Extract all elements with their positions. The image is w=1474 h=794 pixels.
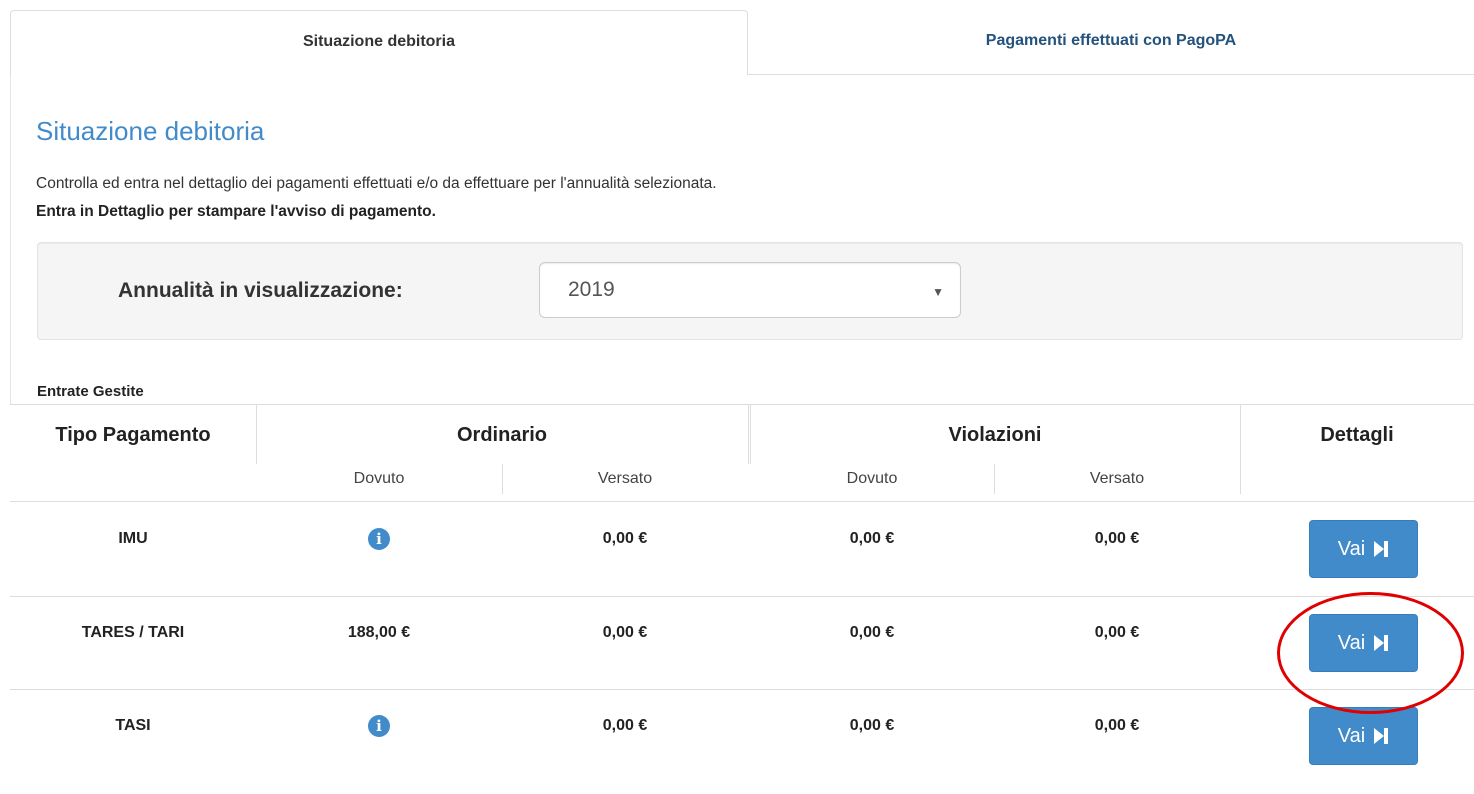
panel-border [10,75,11,405]
vai-button-label: Vai [1337,631,1366,654]
vai-button-label: Vai [1337,724,1366,747]
header-tipo-pagamento: Tipo Pagamento [55,424,211,446]
year-select[interactable]: 2019 ▼ [539,262,961,318]
cell-ordinario-versato: 0,00 € [602,624,648,641]
step-forward-icon [1374,728,1389,744]
header-col-divider [1240,404,1241,494]
step-forward-icon [1374,635,1389,651]
table-header-divider [10,501,1474,502]
cell-violazioni-versato: 0,00 € [1094,530,1140,547]
tab-bar: Situazione debitoria Pagamenti effettuat… [0,0,1474,75]
section-label: Entrate Gestite [37,383,144,400]
page-title: Situazione debitoria [36,116,265,146]
chevron-down-icon: ▼ [932,285,944,299]
row-divider [10,596,1474,597]
cell-violazioni-dovuto: 0,00 € [849,530,895,547]
year-filter-panel: Annualità in visualizzazione: 2019 ▼ [37,242,1463,340]
vai-button-label: Vai [1337,537,1366,560]
info-icon[interactable]: i [368,528,390,550]
cell-ordinario-versato: 0,00 € [602,717,648,734]
info-icon[interactable]: i [368,715,390,737]
header-col-divider [748,404,749,464]
page-note: Entra in Dettaglio per stampare l'avviso… [36,203,436,220]
cell-tipo: TASI [115,717,151,734]
cell-tipo: TARES / TARI [81,624,185,641]
subheader-violazioni-versato: Versato [1089,470,1145,487]
page-description: Controlla ed entra nel dettaglio dei pag… [36,175,717,192]
cell-violazioni-dovuto: 0,00 € [849,624,895,641]
year-select-value: 2019 [568,278,615,301]
table-border-top [10,404,1474,405]
row-divider [10,689,1474,690]
cell-violazioni-versato: 0,00 € [1094,717,1140,734]
tab-situazione-debitoria[interactable]: Situazione debitoria [10,10,748,75]
vai-button-tasi[interactable]: Vai [1309,707,1418,765]
cell-ordinario-versato: 0,00 € [602,530,648,547]
step-forward-icon [1374,541,1389,557]
tab-pagamenti-pagopa[interactable]: Pagamenti effettuati con PagoPA [748,10,1474,74]
header-dettagli: Dettagli [1320,424,1394,446]
tab-divider [748,74,1474,75]
vai-button-tari[interactable]: Vai [1309,614,1418,672]
cell-ordinario-dovuto: 188,00 € [347,624,411,641]
cell-tipo: IMU [118,530,148,547]
year-filter-label: Annualità in visualizzazione: [118,279,403,302]
vai-button-imu[interactable]: Vai [1309,520,1418,578]
payments-table: Tipo Pagamento Ordinario Violazioni Dett… [10,404,1474,794]
subheader-ordinario-versato: Versato [597,470,653,487]
header-violazioni: Violazioni [948,424,1042,446]
header-ordinario: Ordinario [456,424,547,446]
subheader-ordinario-dovuto: Dovuto [353,470,405,487]
cell-violazioni-dovuto: 0,00 € [849,717,895,734]
subheader-violazioni-dovuto: Dovuto [846,470,898,487]
cell-violazioni-versato: 0,00 € [1094,624,1140,641]
